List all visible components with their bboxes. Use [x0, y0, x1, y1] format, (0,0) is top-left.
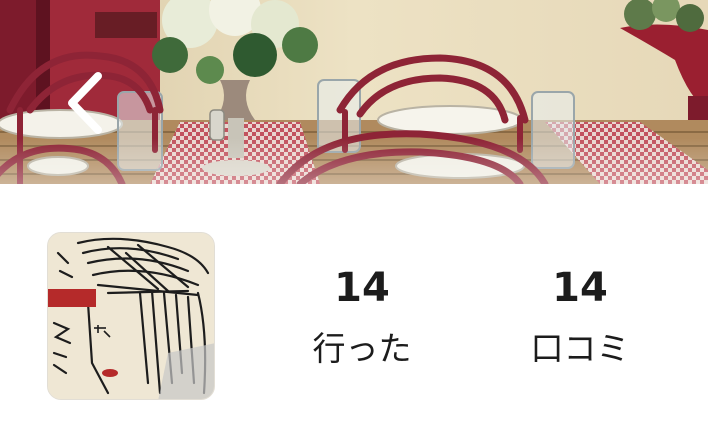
- avatar[interactable]: [47, 232, 215, 400]
- cover-photo: [0, 0, 708, 184]
- visited-count: 14: [334, 265, 390, 311]
- reviews-label: 口コミ: [530, 329, 630, 368]
- visited-stat[interactable]: 14 行った: [272, 262, 452, 370]
- back-button[interactable]: [58, 68, 114, 138]
- visited-label: 行った: [312, 329, 412, 368]
- chevron-left-icon: [68, 72, 102, 134]
- sketch-drawing-image: [48, 233, 214, 399]
- reviews-count: 14: [552, 265, 608, 311]
- reviews-stat[interactable]: 14 口コミ: [490, 262, 670, 370]
- profile-screen: 14 行った 14 口コミ: [0, 0, 708, 430]
